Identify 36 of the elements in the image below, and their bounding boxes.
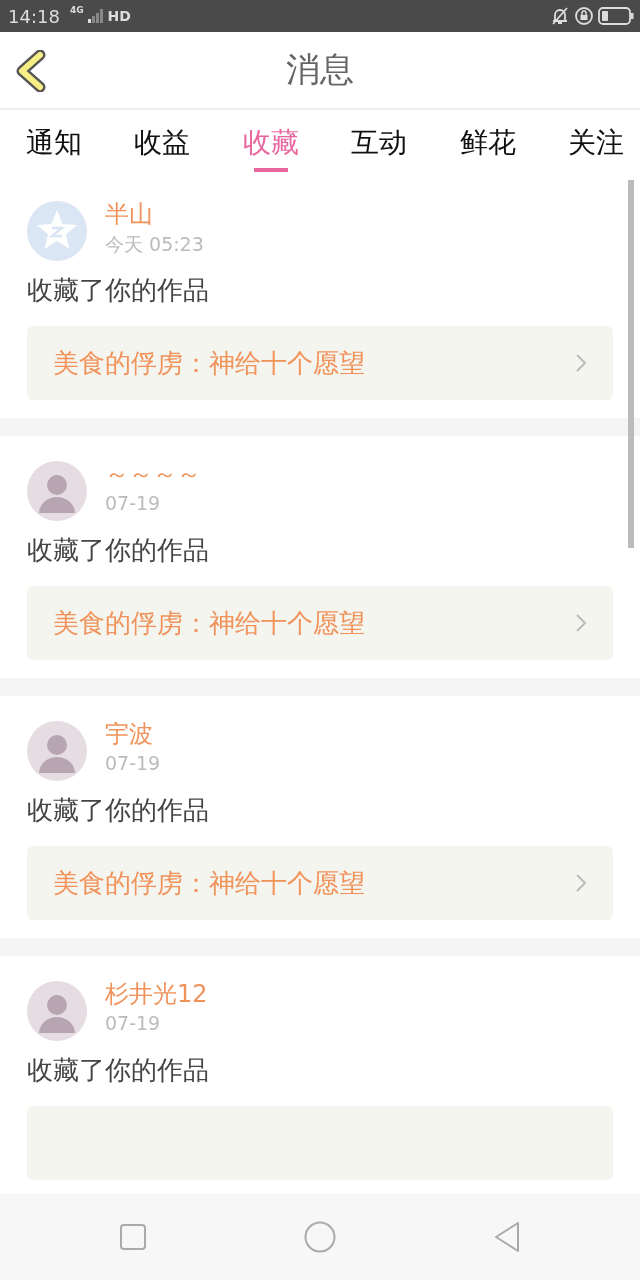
tab[interactable]: 鲜花 — [453, 110, 522, 172]
chevron-icon — [575, 873, 587, 893]
signal-icon — [87, 9, 104, 23]
square-icon[interactable] — [118, 1223, 147, 1251]
tab[interactable]: 关注 — [561, 110, 630, 172]
clock: 14:18 — [8, 5, 60, 27]
tab[interactable]: 互动 — [345, 110, 414, 172]
timestamp: 07-19 — [105, 752, 161, 774]
avatar-icon — [27, 721, 87, 781]
user-name: 半山 — [105, 199, 154, 230]
message-text: 收藏了你的作品 — [27, 274, 209, 307]
user-name: ～～～～ — [105, 459, 201, 490]
tab[interactable]: 通知 — [20, 110, 88, 172]
bell-off-icon — [550, 6, 570, 26]
back-icon — [14, 50, 46, 92]
battery-icon — [598, 7, 634, 25]
avatar-icon — [27, 201, 87, 261]
triangle-icon[interactable] — [493, 1221, 522, 1253]
tab[interactable]: 收益 — [128, 110, 197, 172]
avatar-icon — [27, 981, 87, 1041]
message-text: 收藏了你的作品 — [27, 534, 209, 567]
timestamp: 07-19 — [105, 492, 162, 514]
chevron-icon — [575, 613, 587, 633]
message-text: 收藏了你的作品 — [27, 794, 209, 827]
message-text: 收藏了你的作品 — [27, 1054, 209, 1087]
page-title: 消息 — [286, 48, 354, 91]
rotation-lock-icon — [574, 6, 594, 26]
timestamp: 07-19 — [105, 1012, 162, 1034]
chevron-icon — [575, 353, 587, 373]
circle-icon[interactable] — [304, 1221, 336, 1253]
timestamp: 今天 05:23 — [105, 232, 204, 257]
avatar-icon — [27, 461, 87, 521]
hd-label: HD — [107, 8, 131, 24]
network-label: 4G — [69, 5, 84, 15]
user-name: 杉井光12 — [105, 979, 208, 1010]
user-name: 宇波 — [105, 719, 154, 750]
